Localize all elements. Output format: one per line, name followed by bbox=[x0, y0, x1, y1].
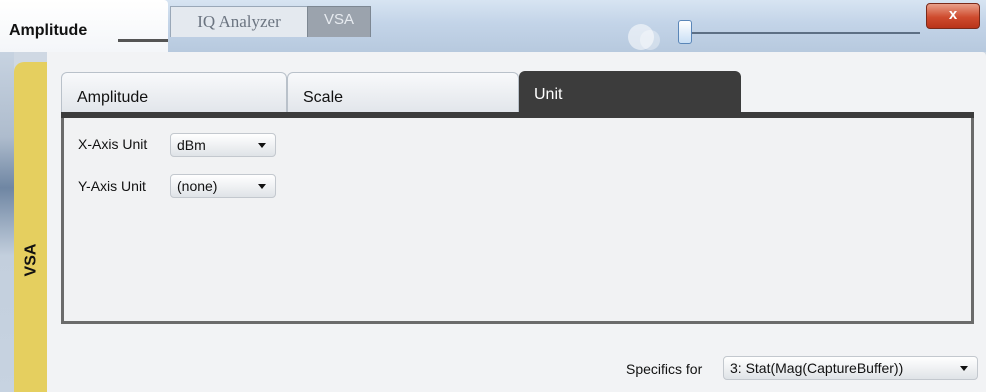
dialog-body: Amplitude Scale Unit X-Axis Unit dBm Y-A… bbox=[47, 52, 986, 392]
tab-content-unit: X-Axis Unit dBm Y-Axis Unit (none) bbox=[61, 118, 974, 324]
y-axis-unit-value: (none) bbox=[177, 178, 218, 194]
transparency-slider-track[interactable] bbox=[688, 32, 920, 34]
specifics-for-label: Specifics for bbox=[626, 361, 703, 377]
chevron-down-icon bbox=[258, 184, 266, 189]
chevron-down-icon bbox=[258, 143, 266, 148]
tab-label: Amplitude bbox=[77, 89, 149, 106]
tab-unit[interactable]: Unit bbox=[519, 71, 741, 115]
tab-amplitude[interactable]: Amplitude bbox=[61, 72, 287, 112]
transparency-slider-thumb[interactable] bbox=[678, 20, 692, 44]
tab-label: Scale bbox=[303, 89, 344, 106]
tab-label: Unit bbox=[534, 86, 563, 103]
title-underline bbox=[118, 39, 168, 42]
dialog-title: Amplitude bbox=[9, 22, 88, 39]
chevron-down-icon bbox=[960, 366, 968, 371]
specifics-for-dropdown[interactable]: 3: Stat(Mag(CaptureBuffer)) bbox=[723, 356, 978, 380]
close-icon: x bbox=[948, 6, 958, 23]
x-axis-unit-label: X-Axis Unit bbox=[78, 136, 148, 152]
x-axis-unit-value: dBm bbox=[177, 137, 206, 153]
specifics-for-value: 3: Stat(Mag(CaptureBuffer)) bbox=[730, 360, 904, 376]
background-tab-iq-analyzer[interactable]: IQ Analyzer bbox=[170, 6, 308, 37]
title-bar: Amplitude IQ Analyzer VSA x bbox=[0, 0, 986, 52]
close-button[interactable]: x bbox=[926, 3, 980, 29]
window-left-edge bbox=[0, 52, 14, 392]
side-label-vsa bbox=[14, 62, 47, 392]
y-axis-unit-dropdown[interactable]: (none) bbox=[170, 174, 276, 198]
side-label-text: VSA bbox=[22, 243, 39, 277]
glow-decoration bbox=[640, 30, 660, 50]
tab-scale[interactable]: Scale bbox=[287, 72, 519, 112]
dialog-title-area: Amplitude bbox=[0, 0, 168, 52]
y-axis-unit-label: Y-Axis Unit bbox=[78, 178, 146, 194]
background-tab-vsa[interactable]: VSA bbox=[307, 6, 371, 37]
x-axis-unit-dropdown[interactable]: dBm bbox=[170, 133, 276, 157]
